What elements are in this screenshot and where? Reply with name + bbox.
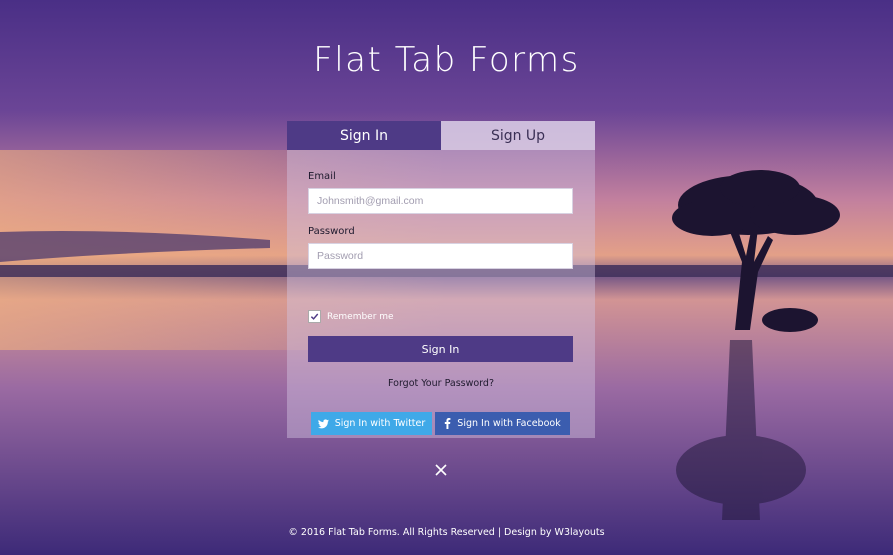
remember-me-label: Remember me [327,311,394,322]
page-title: Flat Tab Forms [313,40,580,80]
twitter-icon [317,418,329,428]
footer-copyright: © 2016 Flat Tab Forms. All Rights Reserv… [288,527,605,538]
login-form-panel: Sign In Sign Up Email Password Remember … [287,121,595,438]
password-input[interactable] [308,243,573,269]
tab-bar: Sign In Sign Up [287,121,595,150]
remember-me-row: Remember me [308,310,394,323]
facebook-sign-in-button[interactable]: Sign In with Facebook [435,412,570,435]
tab-sign-in[interactable]: Sign In [287,121,441,150]
email-label: Email [308,171,336,182]
password-label: Password [308,226,355,237]
facebook-button-label: Sign In with Facebook [457,418,561,429]
twitter-sign-in-button[interactable]: Sign In with Twitter [311,412,432,435]
checkmark-icon [310,313,319,320]
forgot-password-link[interactable]: Forgot Your Password? [287,378,595,389]
sign-in-button[interactable]: Sign In [308,336,573,362]
twitter-button-label: Sign In with Twitter [334,418,426,429]
tab-sign-up[interactable]: Sign Up [441,121,595,150]
close-icon[interactable] [432,461,450,479]
remember-me-checkbox[interactable] [308,310,321,323]
facebook-icon [445,418,451,429]
email-input[interactable] [308,188,573,214]
